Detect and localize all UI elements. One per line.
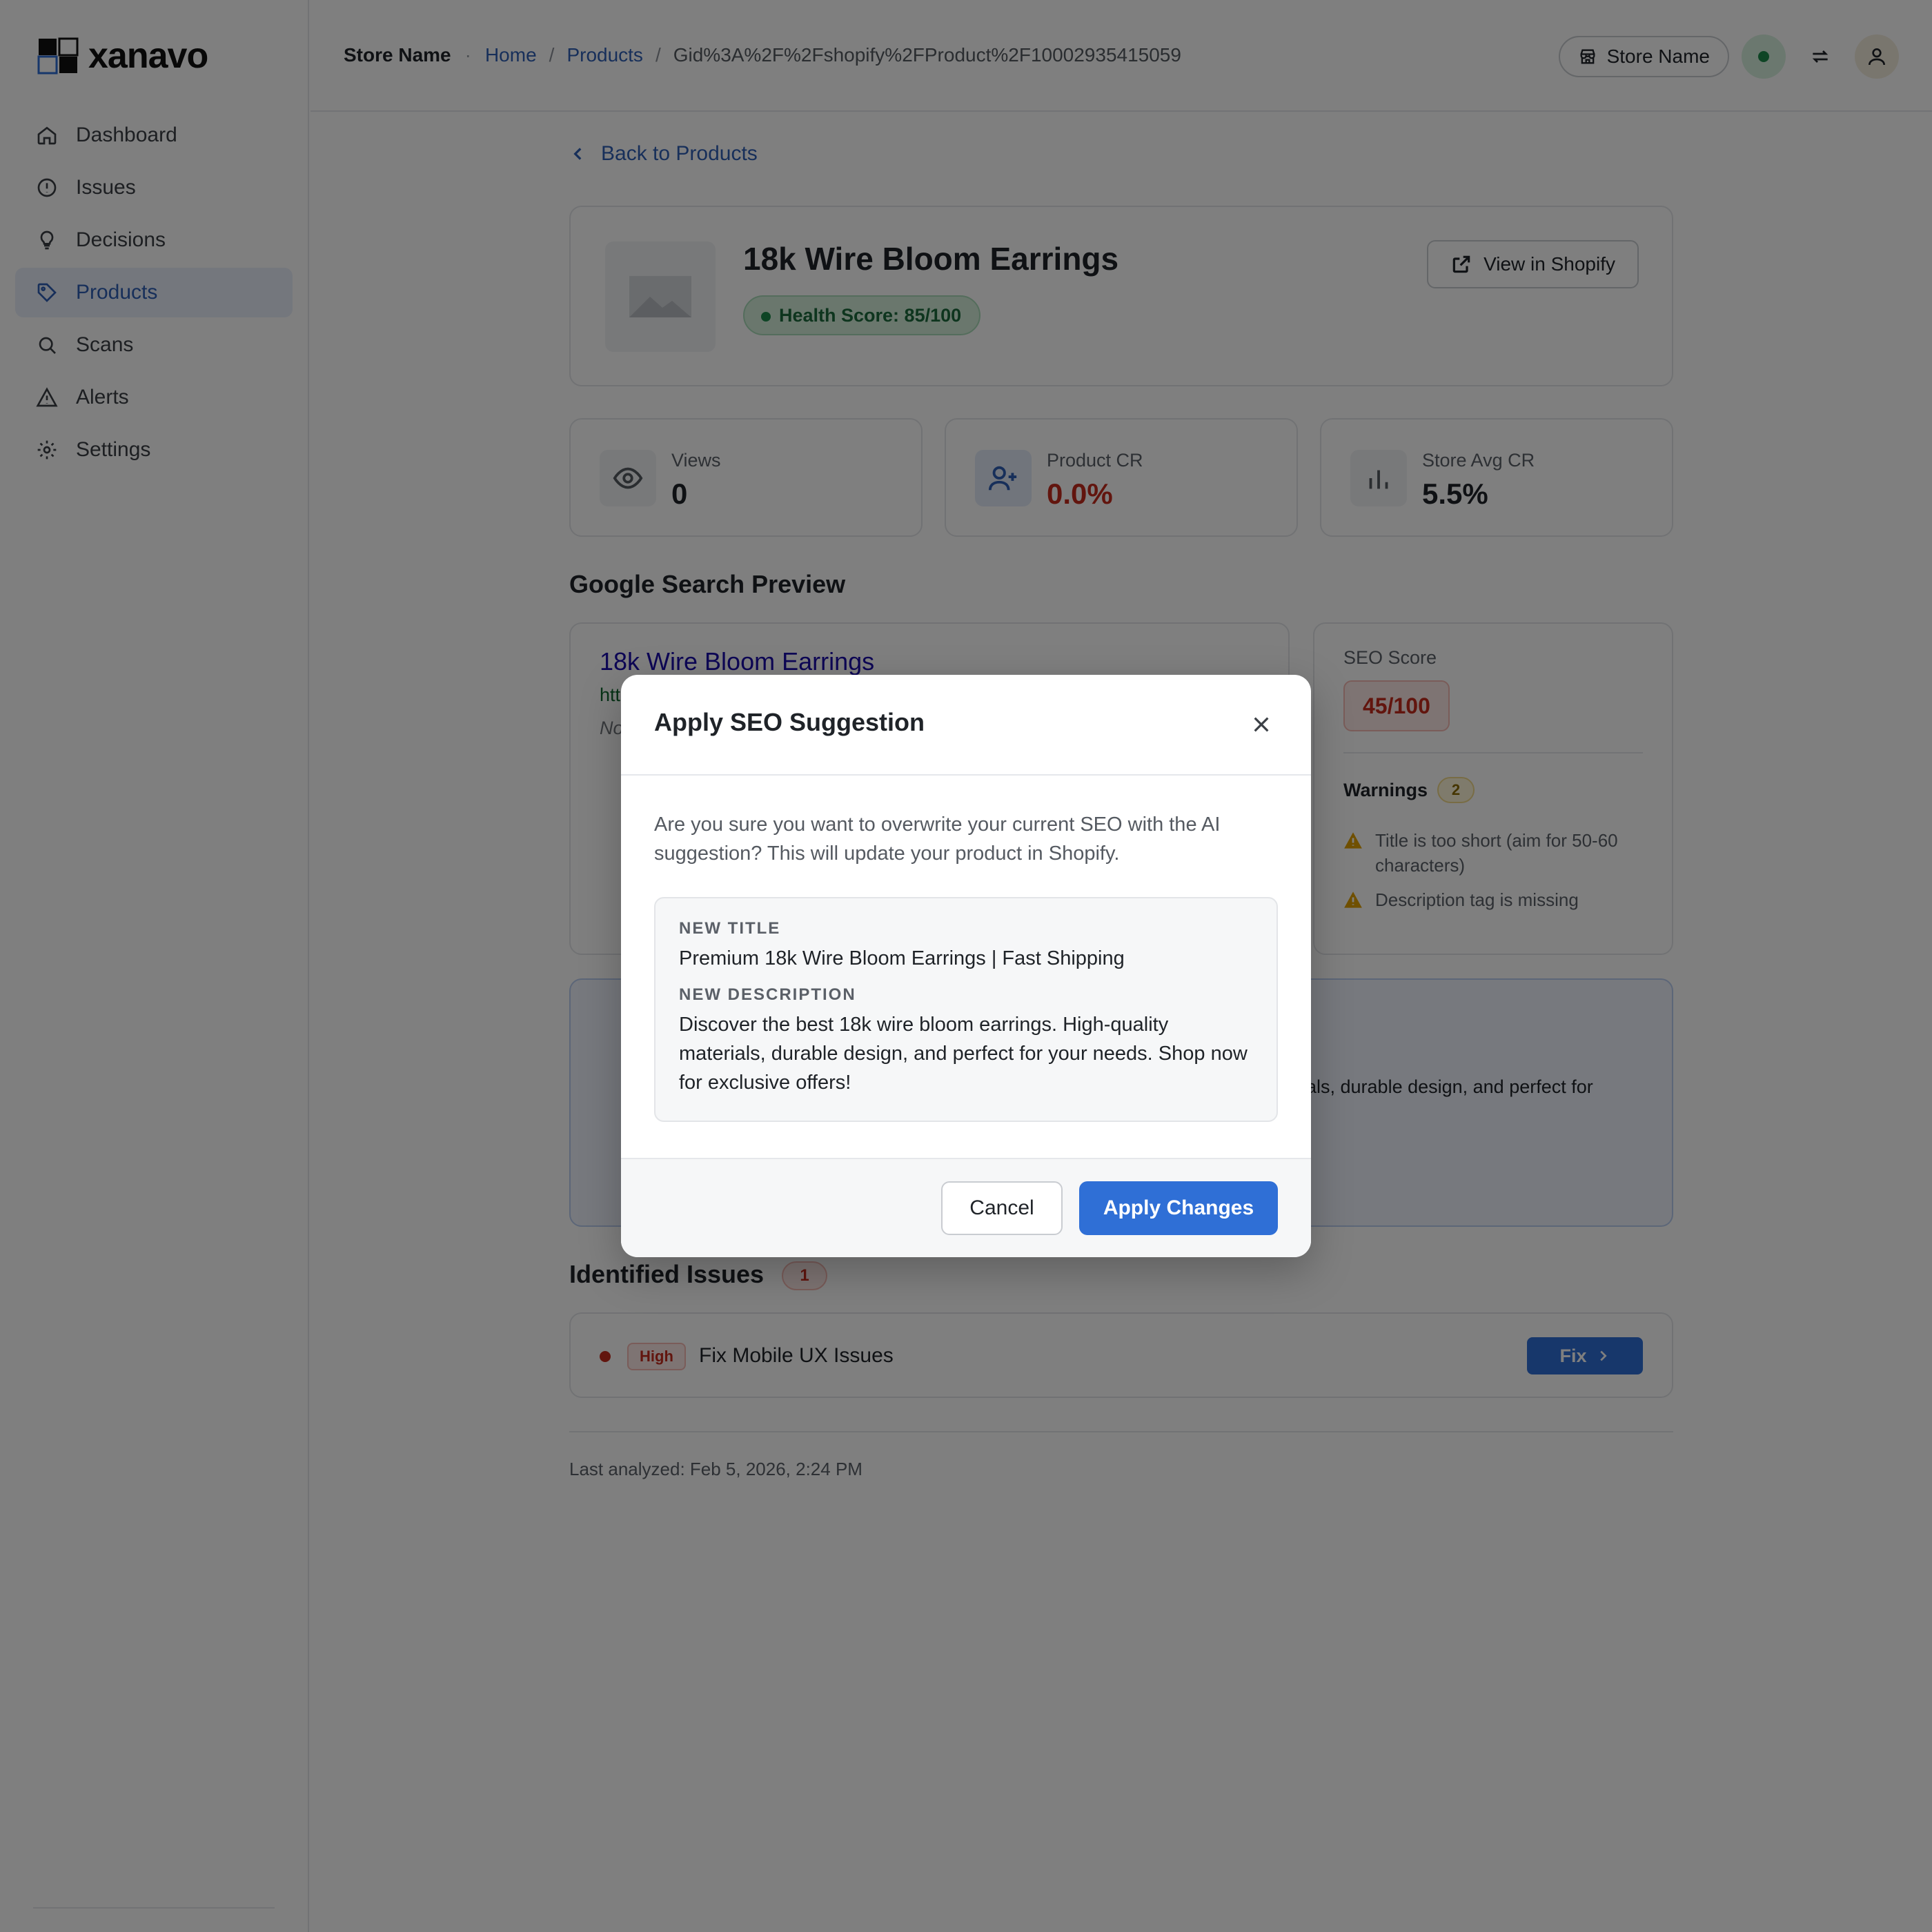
new-description-value: Discover the best 18k wire bloom earring… (679, 1014, 1248, 1094)
modal-header: Apply SEO Suggestion (621, 675, 1311, 776)
new-title-label: NEW TITLE (679, 919, 781, 938)
modal-footer: Cancel Apply Changes (621, 1158, 1311, 1257)
close-button[interactable] (1245, 708, 1278, 741)
apply-seo-modal: Apply SEO Suggestion Are you sure you wa… (621, 675, 1311, 1257)
modal-title: Apply SEO Suggestion (654, 708, 925, 736)
apply-changes-button[interactable]: Apply Changes (1079, 1181, 1278, 1235)
close-icon (1254, 717, 1269, 732)
cancel-button[interactable]: Cancel (941, 1181, 1063, 1235)
suggestion-preview-box: NEW TITLE Premium 18k Wire Bloom Earring… (654, 897, 1278, 1122)
modal-body: Are you sure you want to overwrite your … (621, 776, 1311, 1143)
new-description-label: NEW DESCRIPTION (679, 985, 856, 1004)
new-title-value: Premium 18k Wire Bloom Earrings | Fast S… (679, 947, 1125, 969)
modal-message: Are you sure you want to overwrite your … (654, 814, 1221, 865)
